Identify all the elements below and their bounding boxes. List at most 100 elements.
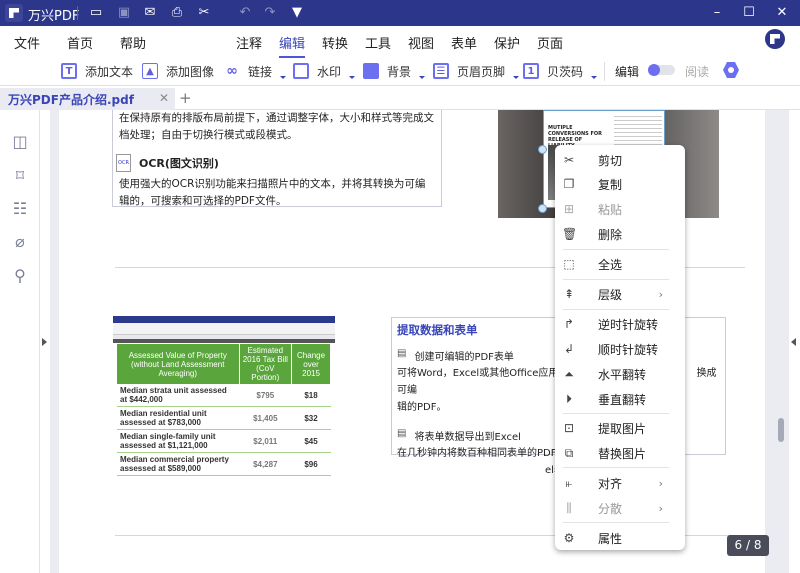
- menu-convert[interactable]: 转换: [322, 33, 348, 52]
- background-icon: [363, 63, 379, 79]
- gear-icon: ⚙: [563, 531, 575, 545]
- text-icon: T: [61, 63, 77, 79]
- table-row: Median commercial property assessed at $…: [117, 452, 331, 476]
- menu-item-select-all[interactable]: ⬚ 全选: [555, 253, 685, 275]
- menu-item-cut[interactable]: ✂ 剪切: [555, 149, 685, 171]
- read-mode-label: 阅读: [685, 65, 710, 79]
- mail-icon[interactable]: ✉: [141, 4, 159, 22]
- menu-file[interactable]: 文件: [14, 33, 40, 52]
- menu-item-rotate-cw[interactable]: ↲ 顺时针旋转: [555, 338, 685, 360]
- extract-image-icon: ⊡: [563, 421, 575, 435]
- chevron-right-icon: ›: [658, 501, 663, 515]
- app-logo-icon: [5, 4, 23, 22]
- title-bar: 万兴PDF ▭ ▣ ✉ ⎙ ✂ ↶ ↷ ▼ – ☐ ✕: [0, 0, 800, 26]
- resize-handle[interactable]: [538, 145, 547, 154]
- right-page-margin: [765, 110, 789, 573]
- page-counter: 6 / 8: [727, 535, 769, 556]
- edit-toolbar: T 添加文本 ▲ 添加图像 ∞ 链接 水印 背景 ☰ 页眉页脚 1 贝茨码 编辑 阅读: [0, 55, 800, 86]
- redo-icon[interactable]: ↷: [261, 4, 279, 22]
- chevron-down-icon: [280, 75, 287, 79]
- layer-icon: ⇞: [563, 287, 575, 301]
- add-image-button[interactable]: ▲ 添加图像: [142, 61, 214, 81]
- menu-item-flip-vertical[interactable]: ⏵ 垂直翻转: [555, 388, 685, 410]
- account-icon[interactable]: [765, 29, 785, 49]
- bates-button[interactable]: 1 贝茨码: [523, 61, 598, 81]
- menu-item-distribute[interactable]: ⫼ 分散 ›: [555, 497, 685, 519]
- chevron-down-icon: [513, 75, 520, 79]
- background-button[interactable]: 背景: [363, 61, 426, 81]
- text-block[interactable]: 在保持原有的排版布局前提下，通过调整字体，大小和样式等完成文档处理；自由于切换行…: [112, 110, 442, 207]
- resize-handle[interactable]: [538, 204, 547, 213]
- header-footer-label: 页眉页脚: [457, 64, 506, 79]
- spreadsheet-screenshot[interactable]: Assessed Value of Property (without Land…: [113, 316, 335, 478]
- bates-label: 贝茨码: [547, 64, 584, 79]
- undo-icon[interactable]: ↶: [236, 4, 254, 22]
- rotate-cw-icon: ↲: [563, 342, 575, 356]
- bookmark-icon[interactable]: ⌑: [11, 167, 29, 185]
- thumbnails-icon[interactable]: ◫: [11, 133, 29, 151]
- watermark-label: 水印: [317, 64, 342, 79]
- chevron-right-icon: ›: [658, 287, 663, 301]
- open-folder-icon[interactable]: ▭: [87, 4, 105, 22]
- add-text-button[interactable]: T 添加文本: [61, 61, 133, 81]
- watermark-icon: [293, 63, 309, 79]
- attachment-icon[interactable]: ⌀: [11, 233, 29, 251]
- menu-home[interactable]: 首页: [67, 33, 93, 52]
- watermark-button[interactable]: 水印: [293, 61, 356, 81]
- menu-item-delete[interactable]: 🗑 删除: [555, 223, 685, 245]
- menu-comment[interactable]: 注释: [236, 33, 262, 52]
- comment-icon[interactable]: ☷: [11, 200, 29, 218]
- tab-bar: 万兴PDF产品介绍.pdf ✕ +: [0, 88, 800, 110]
- close-icon[interactable]: ✕: [773, 4, 791, 22]
- menu-help[interactable]: 帮助: [120, 33, 146, 52]
- form-icon: ▤: [397, 348, 407, 359]
- new-tab-button[interactable]: +: [179, 89, 192, 107]
- menu-item-rotate-ccw[interactable]: ↱ 逆时针旋转: [555, 313, 685, 335]
- add-text-label: 添加文本: [85, 64, 134, 79]
- image-icon: ▲: [142, 63, 158, 79]
- edit-read-toggle[interactable]: [648, 64, 675, 76]
- menu-form[interactable]: 表单: [451, 33, 477, 52]
- maximize-icon[interactable]: ☐: [740, 4, 758, 22]
- expand-right-panel-icon[interactable]: [791, 338, 796, 346]
- link-button[interactable]: ∞ 链接: [224, 61, 287, 81]
- menu-item-replace-image[interactable]: ⧉ 替换图片: [555, 442, 685, 464]
- align-icon: ⫦: [565, 475, 573, 490]
- header-footer-button[interactable]: ☰ 页眉页脚: [433, 61, 520, 81]
- chevron-down-icon: [349, 75, 356, 79]
- minimize-icon[interactable]: –: [708, 4, 726, 22]
- distribute-icon: ⫼: [566, 500, 572, 515]
- menu-item-copy[interactable]: ❐ 复制: [555, 173, 685, 195]
- scrollbar-thumb[interactable]: [778, 418, 784, 442]
- menu-item-paste[interactable]: ⊞ 粘贴: [555, 198, 685, 220]
- scissors-icon[interactable]: ✂: [195, 4, 213, 22]
- chevron-right-icon: ›: [658, 476, 663, 490]
- menu-item-properties[interactable]: ⚙ 属性: [555, 527, 685, 549]
- menu-item-align[interactable]: ⫦ 对齐 ›: [555, 472, 685, 494]
- table-header: Assessed Value of Property (without Land…: [117, 344, 240, 384]
- menu-protect[interactable]: 保护: [494, 33, 520, 52]
- save-icon[interactable]: ▣: [115, 4, 133, 22]
- left-page-margin: [50, 110, 59, 573]
- edit-mode-label: 编辑: [615, 65, 640, 79]
- print-icon[interactable]: ⎙: [168, 4, 186, 22]
- menu-item-flip-horizontal[interactable]: ⏶ 水平翻转: [555, 363, 685, 385]
- quick-access-dropdown-icon[interactable]: ▼: [288, 4, 306, 22]
- menu-tools[interactable]: 工具: [365, 33, 391, 52]
- scissors-icon: ✂: [563, 153, 575, 167]
- close-tab-icon[interactable]: ✕: [159, 91, 169, 105]
- select-all-icon: ⬚: [563, 257, 575, 271]
- expand-left-panel-icon[interactable]: [42, 338, 47, 346]
- tax-table: Assessed Value of Property (without Land…: [117, 344, 331, 476]
- search-icon[interactable]: ⚲: [11, 267, 29, 285]
- trash-icon: 🗑: [562, 227, 578, 241]
- settings-hexagon-icon[interactable]: [723, 62, 739, 78]
- document-tab[interactable]: 万兴PDF产品介绍.pdf ✕: [0, 88, 175, 110]
- bates-icon: 1: [523, 63, 539, 79]
- menu-item-layer[interactable]: ⇞ 层级 ›: [555, 283, 685, 305]
- menu-view[interactable]: 视图: [408, 33, 434, 52]
- menu-page[interactable]: 页面: [537, 33, 563, 52]
- menu-edit[interactable]: 编辑: [279, 33, 306, 58]
- menu-item-extract-image[interactable]: ⊡ 提取图片: [555, 417, 685, 439]
- divider: [77, 6, 78, 20]
